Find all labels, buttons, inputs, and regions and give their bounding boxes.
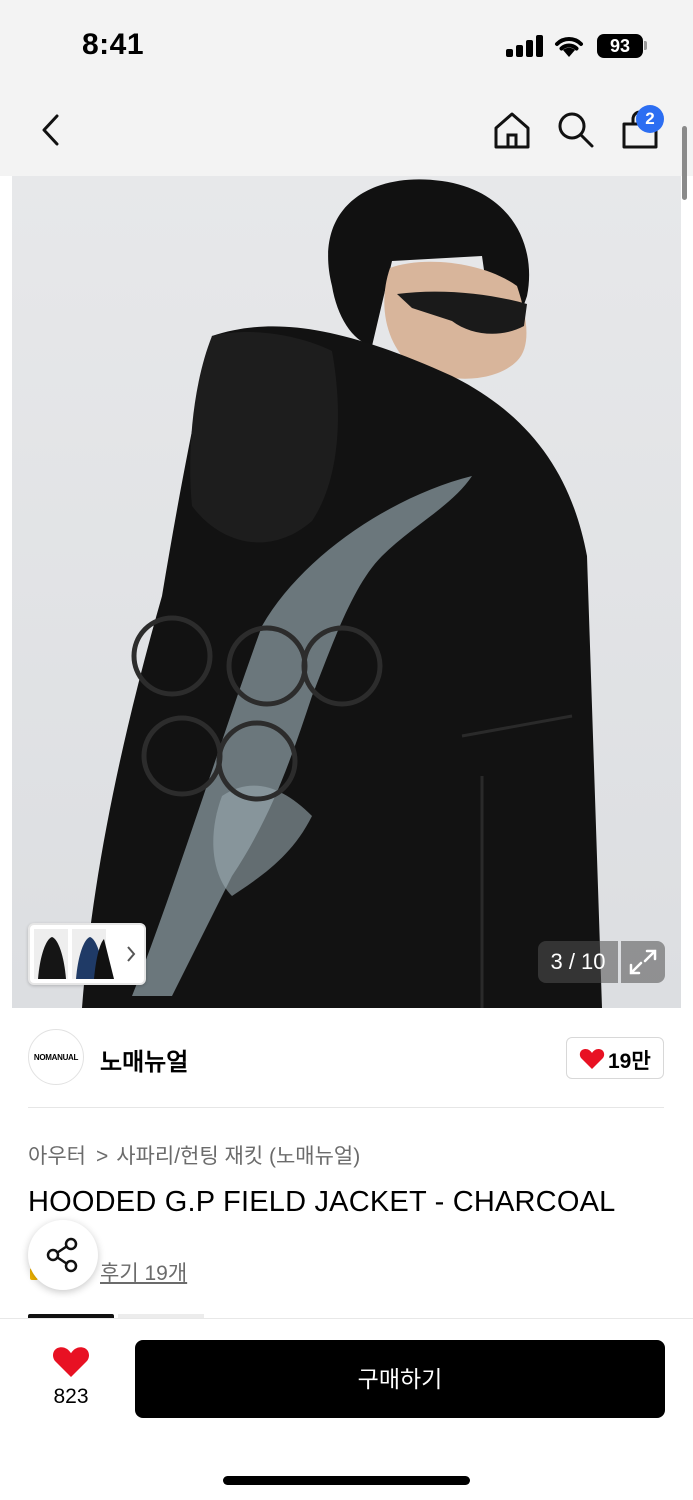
breadcrumb-category[interactable]: 아우터 [28, 1145, 86, 1168]
buy-button[interactable]: 구매하기 [135, 1340, 665, 1418]
breadcrumb-subcategory[interactable]: 사파리/헌팅 재킷 (노매뉴얼) [116, 1145, 360, 1168]
search-icon[interactable] [556, 110, 596, 150]
signal-icon [506, 35, 544, 57]
chevron-left-icon[interactable] [36, 112, 66, 148]
share-button[interactable] [28, 1220, 98, 1290]
thumbnail-images [34, 929, 136, 979]
battery-indicator: 93 [597, 34, 643, 58]
brand-logo[interactable]: NOMANUAL [28, 1029, 84, 1085]
image-counter: 3 / 10 [538, 941, 618, 983]
reviews-link[interactable]: 후기 19개 [100, 1257, 187, 1287]
product-image[interactable] [12, 176, 681, 1008]
model-photo [82, 179, 602, 1008]
wifi-icon [555, 37, 583, 57]
brand-name[interactable]: 노매뉴얼 [100, 1042, 188, 1077]
expand-button[interactable] [621, 941, 665, 983]
brand-like-count: 19만 [608, 1050, 651, 1073]
heart-icon[interactable] [52, 1346, 90, 1378]
heart-icon [579, 1048, 605, 1069]
breadcrumb: 아우터 > 사파리/헌팅 재킷 (노매뉴얼) [28, 1140, 360, 1170]
home-icon[interactable] [492, 110, 532, 150]
chevron-right-icon: > [95, 1145, 109, 1168]
status-time: 8:41 [82, 28, 145, 61]
scrollbar[interactable] [682, 126, 687, 200]
cart-count-badge: 2 [636, 105, 664, 133]
battery-tip [644, 41, 647, 50]
home-indicator [223, 1476, 470, 1485]
color-variant-thumbnails[interactable] [28, 923, 146, 985]
product-like-count: 823 [53, 1385, 89, 1408]
share-icon [46, 1237, 78, 1273]
product-title: HOODED G.P FIELD JACKET - CHARCOAL [28, 1186, 616, 1218]
expand-icon [629, 949, 657, 975]
divider [28, 1107, 664, 1108]
